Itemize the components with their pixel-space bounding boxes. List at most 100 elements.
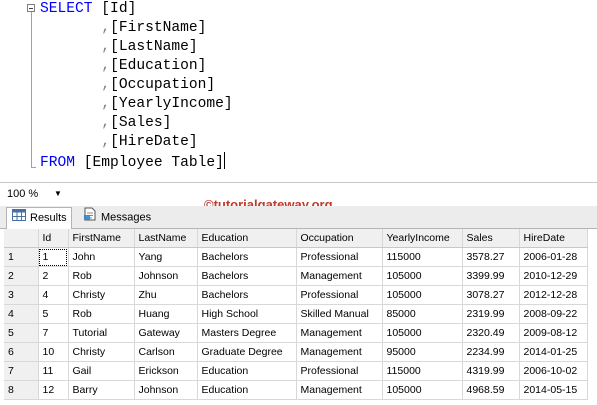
grid-cell[interactable]: 85000 <box>382 304 463 324</box>
row-number[interactable]: 7 <box>4 361 39 381</box>
column-header[interactable]: Sales <box>462 229 520 248</box>
grid-cell[interactable]: 11 <box>38 361 69 381</box>
grid-cell[interactable]: 4319.99 <box>462 361 520 381</box>
zoom-level[interactable]: 100 % <box>7 188 38 200</box>
column-header[interactable]: HireDate <box>519 229 588 248</box>
grid-cell[interactable]: Professional <box>296 361 383 381</box>
grid-cell[interactable]: Carlson <box>134 342 198 362</box>
grid-cell[interactable]: 3578.27 <box>462 247 520 267</box>
grid-cell[interactable]: 4 <box>38 285 69 305</box>
table-row[interactable]: 6 10 Christy Carlson Graduate Degree Manageme… <box>4 342 588 362</box>
grid-cell[interactable]: 105000 <box>382 380 463 400</box>
column-header[interactable]: Id <box>38 229 69 248</box>
grid-cell[interactable]: Gail <box>68 361 135 381</box>
query-editor[interactable]: SELECT [Id] ,[FirstName] ,[LastName] ,[E… <box>0 0 597 182</box>
grid-cell[interactable]: Huang <box>134 304 198 324</box>
grid-cell[interactable]: 115000 <box>382 247 463 267</box>
grid-cell[interactable]: Rob <box>68 266 135 286</box>
results-grid[interactable]: Id FirstName LastName Education Occupation Ye… <box>4 229 597 405</box>
table-row[interactable]: 2 2 Rob Johnson Bachelors Management 105000 339… <box>4 266 588 286</box>
grid-cell[interactable]: Management <box>296 266 383 286</box>
code-text: [Sales] <box>110 115 172 131</box>
table-row[interactable]: 8 12 Barry Johnson Education Management 105000… <box>4 380 588 400</box>
tab-results[interactable]: Results <box>6 207 72 229</box>
grid-cell[interactable]: Rob <box>68 304 135 324</box>
grid-cell[interactable]: 95000 <box>382 342 463 362</box>
grid-cell[interactable]: Skilled Manual <box>296 304 383 324</box>
grid-cell[interactable]: Johnson <box>134 380 198 400</box>
row-number[interactable]: 2 <box>4 266 39 286</box>
grid-cell[interactable]: Graduate Degree <box>197 342 297 362</box>
grid-cell[interactable]: 2319.99 <box>462 304 520 324</box>
grid-cell[interactable]: Education <box>197 380 297 400</box>
grid-cell[interactable]: 2014-05-15 <box>519 380 588 400</box>
column-header[interactable]: LastName <box>134 229 198 248</box>
grid-cell[interactable]: Bachelors <box>197 247 297 267</box>
grid-cell[interactable]: 2009-08-12 <box>519 323 588 343</box>
dropdown-arrow-icon[interactable]: ▼ <box>54 189 62 198</box>
table-row[interactable]: 5 7 Tutorial Gateway Masters Degree Managemen… <box>4 323 588 343</box>
grid-cell[interactable]: 105000 <box>382 323 463 343</box>
table-row[interactable]: 7 11 Gail Erickson Education Professional 1150… <box>4 361 588 381</box>
grid-cell[interactable]: Johnson <box>134 266 198 286</box>
grid-corner[interactable] <box>4 229 39 248</box>
grid-cell[interactable]: 3399.99 <box>462 266 520 286</box>
column-header[interactable]: Occupation <box>296 229 383 248</box>
grid-cell[interactable]: Professional <box>296 247 383 267</box>
grid-cell[interactable]: 2014-01-25 <box>519 342 588 362</box>
grid-cell[interactable]: Zhu <box>134 285 198 305</box>
grid-cell[interactable]: 2006-10-02 <box>519 361 588 381</box>
grid-cell[interactable]: 2012-12-28 <box>519 285 588 305</box>
grid-cell[interactable]: Christy <box>68 285 135 305</box>
grid-cell[interactable]: Christy <box>68 342 135 362</box>
grid-cell[interactable]: 10 <box>38 342 69 362</box>
row-number[interactable]: 5 <box>4 323 39 343</box>
grid-cell[interactable]: 2006-01-28 <box>519 247 588 267</box>
column-header[interactable]: FirstName <box>68 229 135 248</box>
grid-cell[interactable]: Barry <box>68 380 135 400</box>
table-row[interactable]: 4 5 Rob Huang High School Skilled Manual 85000… <box>4 304 588 324</box>
grid-cell[interactable]: Education <box>197 361 297 381</box>
grid-cell[interactable]: Management <box>296 323 383 343</box>
grid-cell[interactable]: 115000 <box>382 361 463 381</box>
grid-cell[interactable]: Management <box>296 342 383 362</box>
grid-cell[interactable]: 105000 <box>382 266 463 286</box>
grid-cell[interactable]: Masters Degree <box>197 323 297 343</box>
collapse-toggle-icon[interactable] <box>27 4 35 12</box>
code-line: ,[HireDate] <box>40 133 197 152</box>
tab-messages[interactable]: Messages <box>78 207 158 228</box>
grid-cell[interactable]: Professional <box>296 285 383 305</box>
grid-cell[interactable]: 2 <box>38 266 69 286</box>
grid-cell[interactable]: 105000 <box>382 285 463 305</box>
grid-cell[interactable]: Tutorial <box>68 323 135 343</box>
column-header[interactable]: YearlyIncome <box>382 229 463 248</box>
grid-cell[interactable]: John <box>68 247 135 267</box>
grid-cell[interactable]: Bachelors <box>197 285 297 305</box>
grid-cell[interactable]: 2234.99 <box>462 342 520 362</box>
grid-cell[interactable]: 1 <box>38 247 69 267</box>
grid-cell[interactable]: Gateway <box>134 323 198 343</box>
row-number[interactable]: 4 <box>4 304 39 324</box>
grid-cell[interactable]: 3078.27 <box>462 285 520 305</box>
grid-cell[interactable]: Bachelors <box>197 266 297 286</box>
grid-cell[interactable]: Erickson <box>134 361 198 381</box>
row-number[interactable]: 8 <box>4 380 39 400</box>
grid-cell[interactable]: 5 <box>38 304 69 324</box>
sql-keyword: SELECT <box>40 1 93 17</box>
grid-cell[interactable]: Yang <box>134 247 198 267</box>
grid-cell[interactable]: 7 <box>38 323 69 343</box>
grid-cell[interactable]: Management <box>296 380 383 400</box>
row-number[interactable]: 3 <box>4 285 39 305</box>
grid-cell[interactable]: 12 <box>38 380 69 400</box>
row-number[interactable]: 6 <box>4 342 39 362</box>
table-row[interactable]: 1 1 John Yang Bachelors Professional 115000 357… <box>4 247 588 267</box>
grid-cell[interactable]: High School <box>197 304 297 324</box>
grid-cell[interactable]: 2320.49 <box>462 323 520 343</box>
grid-cell[interactable]: 2008-09-22 <box>519 304 588 324</box>
code-line: ,[Education] <box>40 57 206 76</box>
row-number[interactable]: 1 <box>4 247 39 267</box>
grid-cell[interactable]: 4968.59 <box>462 380 520 400</box>
column-header[interactable]: Education <box>197 229 297 248</box>
table-row[interactable]: 3 4 Christy Zhu Bachelors Professional 105000 3… <box>4 285 588 305</box>
grid-cell[interactable]: 2010-12-29 <box>519 266 588 286</box>
